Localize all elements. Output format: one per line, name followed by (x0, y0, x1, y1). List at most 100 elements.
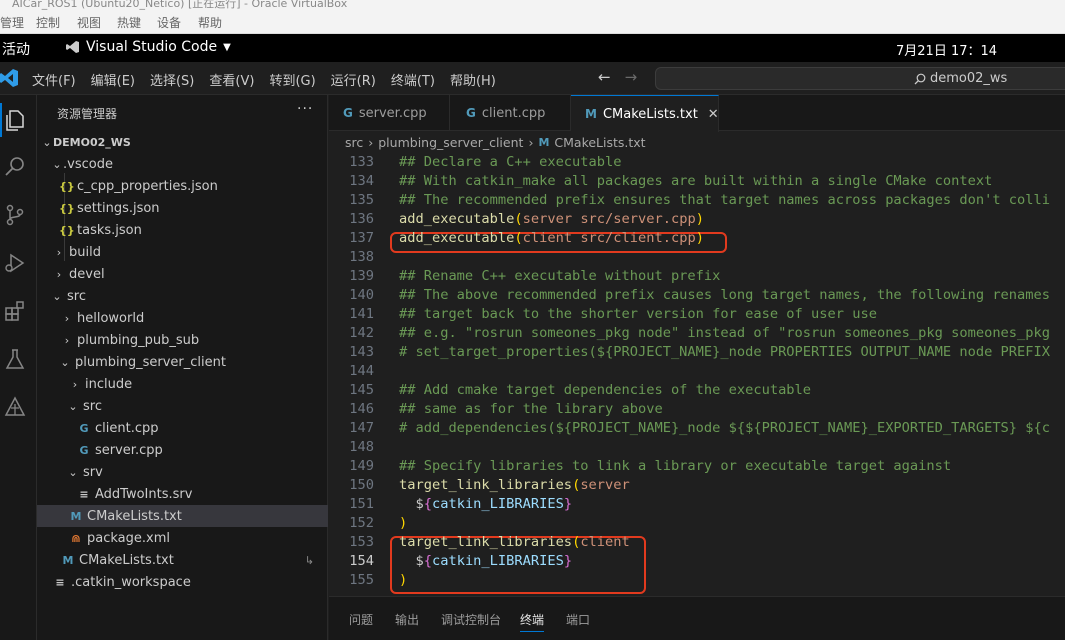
tree-file-cmakelists-pkg[interactable]: M CMakeLists.txt (37, 505, 328, 527)
chevron-down-icon: ⌄ (68, 399, 78, 413)
vbox-menu-help[interactable]: 帮助 (198, 14, 222, 31)
code-line[interactable]: 136 add_executable(server src/server.cpp) (329, 211, 1065, 230)
tree-folder-src[interactable]: ⌄ src (37, 285, 328, 307)
menu-go[interactable]: 转到(G) (269, 70, 315, 89)
editor-tabs: Gserver.cpp Gclient.cpp M CMakeLists.txt ✕ (329, 95, 1065, 132)
line-number: 151 (349, 496, 374, 512)
explorer-icon[interactable] (2, 106, 28, 134)
panel-tab-output[interactable]: 输出 (395, 611, 419, 628)
code-line[interactable]: 143 # set_target_properties(${PROJECT_NAM… (329, 344, 1065, 363)
menu-edit[interactable]: 编辑(E) (91, 70, 135, 89)
code-line[interactable]: 146 ## same as for the library above (329, 401, 1065, 420)
tree-file-cmakelists-root[interactable]: M CMakeLists.txt ↳ (37, 549, 328, 571)
code-line[interactable]: 135 ## The recommended prefix ensures tha… (329, 192, 1065, 211)
panel-tab-terminal[interactable]: 终端 (520, 611, 545, 632)
panel-tab-ports[interactable]: 端口 (566, 611, 590, 628)
vbox-menu-devices[interactable]: 设备 (157, 14, 181, 31)
vscode-menubar: 文件(F) 编辑(E) 选择(S) 查看(V) 转到(G) 运行(R) 终端(T… (32, 70, 511, 89)
activities-button[interactable]: 活动 (2, 39, 30, 59)
menu-file[interactable]: 文件(F) (32, 70, 76, 89)
tree-folder-helloworld[interactable]: › helloworld (37, 307, 328, 329)
menu-view[interactable]: 查看(V) (209, 70, 254, 89)
tree-file-server-cpp[interactable]: Gserver.cpp (37, 439, 328, 461)
line-number: 137 (349, 230, 374, 246)
code-line[interactable]: 133 ## Declare a C++ executable (329, 154, 1065, 173)
tab-cmakelists[interactable]: M CMakeLists.txt ✕ (571, 95, 719, 132)
vbox-menubar: 管理 控制 视图 热键 设备 帮助 (0, 10, 1065, 34)
tree-folder-vscode[interactable]: ⌄ .vscode (37, 153, 328, 175)
code-line[interactable]: 139 ## Rename C++ executable without pref… (329, 268, 1065, 287)
tree-folder-src-inner[interactable]: ⌄ src (37, 395, 328, 417)
close-icon[interactable]: ✕ (708, 107, 719, 122)
vbox-menu-view[interactable]: 视图 (77, 14, 101, 31)
vbox-menu-control[interactable]: 控制 (36, 14, 60, 31)
vbox-menu-manage[interactable]: 管理 (0, 14, 24, 31)
panel-tab-problems[interactable]: 问题 (349, 611, 373, 628)
code-line[interactable]: 153 target_link_libraries(client (329, 534, 1065, 553)
code-line[interactable]: 149 ## Specify libraries to link a librar… (329, 458, 1065, 477)
code-text: target_link_libraries(client (399, 534, 630, 550)
code-line[interactable]: 147 # add_dependencies(${PROJECT_NAME}_no… (329, 420, 1065, 439)
tree-workspace[interactable]: ⌄ DEMO02_WS (37, 131, 328, 153)
code-line[interactable]: 148 (329, 439, 1065, 458)
code-line[interactable]: 141 ## target back to the shorter version… (329, 306, 1065, 325)
json-file-icon: {} (59, 179, 75, 193)
code-line[interactable]: 144 (329, 363, 1065, 382)
forward-arrow-icon[interactable]: → (625, 68, 638, 86)
vbox-menu-hotkey[interactable]: 热键 (117, 14, 141, 31)
code-line[interactable]: 140 ## The above recommended prefix cause… (329, 287, 1065, 306)
tab-server-cpp[interactable]: Gserver.cpp (329, 95, 450, 131)
tree-file-c-cpp-properties[interactable]: {} c_cpp_properties.json (37, 175, 328, 197)
line-number: 145 (349, 382, 374, 398)
menu-selection[interactable]: 选择(S) (150, 70, 194, 89)
tree-folder-plumbing-server-client[interactable]: ⌄ plumbing_server_client (37, 351, 328, 373)
cmake-file-icon: M (62, 553, 74, 567)
code-line[interactable]: 142 ## e.g. "rosrun someones_pkg node" in… (329, 325, 1065, 344)
menu-run[interactable]: 运行(R) (331, 70, 376, 89)
tab-client-cpp[interactable]: Gclient.cpp (450, 95, 571, 131)
tree-folder-srv[interactable]: ⌄ srv (37, 461, 328, 483)
search-sidebar-icon[interactable] (2, 153, 28, 181)
code-editor[interactable]: 133 ## Declare a C++ executable 134 ## With… (329, 154, 1065, 596)
tree-file-settings[interactable]: {} settings.json (37, 197, 328, 219)
source-control-icon[interactable] (2, 201, 28, 229)
more-actions-icon[interactable]: ··· (297, 101, 313, 117)
code-text: ${catkin_LIBRARIES} (415, 553, 573, 569)
clock[interactable]: 7月21日 17：14 (896, 40, 997, 59)
menu-terminal[interactable]: 终端(T) (391, 70, 435, 89)
line-number: 143 (349, 344, 374, 360)
command-center-search[interactable]: demo02_ws (655, 67, 1065, 90)
code-line[interactable]: 150 target_link_libraries(server (329, 477, 1065, 496)
breadcrumb-file[interactable]: CMakeLists.txt (554, 135, 645, 150)
code-line[interactable]: 138 (329, 249, 1065, 268)
code-line[interactable]: 152) (329, 515, 1065, 534)
app-menu-button[interactable]: Visual Studio Code ▼ (66, 39, 231, 55)
remote-explorer-icon[interactable] (2, 393, 28, 421)
tree-file-package-xml[interactable]: ⋒ package.xml (37, 527, 328, 549)
tree-folder-include[interactable]: › include (37, 373, 328, 395)
tree-file-addtwoints-srv[interactable]: ≡ AddTwoInts.srv (37, 483, 328, 505)
tree-folder-devel[interactable]: › devel (37, 263, 328, 285)
code-line[interactable]: 137 add_executable(client src/client.cpp) (329, 230, 1065, 249)
code-line[interactable]: 151 ${catkin_LIBRARIES} (329, 496, 1065, 515)
code-line[interactable]: 145 ## Add cmake target dependencies of t… (329, 382, 1065, 401)
code-line[interactable]: 154 ${catkin_LIBRARIES} (329, 553, 1065, 572)
testing-flask-icon[interactable] (2, 345, 28, 373)
panel-tab-debug-console[interactable]: 调试控制台 (441, 611, 501, 628)
extensions-icon[interactable] (2, 297, 28, 325)
breadcrumb-package[interactable]: plumbing_server_client (378, 135, 523, 150)
tree-file-client-cpp[interactable]: Gclient.cpp (37, 417, 328, 439)
code-line[interactable]: 134 ## With catkin_make all packages are … (329, 173, 1065, 192)
vscode-small-icon (66, 41, 79, 53)
run-debug-icon[interactable] (2, 249, 28, 277)
json-file-icon: {} (59, 223, 75, 237)
code-text: target_link_libraries(server (399, 477, 630, 493)
tree-folder-build[interactable]: › build (37, 241, 328, 263)
tree-file-catkin-workspace[interactable]: ≡ .catkin_workspace (37, 571, 328, 593)
tree-file-tasks[interactable]: {} tasks.json (37, 219, 328, 241)
tree-folder-plumbing-pub-sub[interactable]: › plumbing_pub_sub (37, 329, 328, 351)
code-line[interactable]: 155) (329, 572, 1065, 591)
menu-help[interactable]: 帮助(H) (450, 70, 496, 89)
breadcrumb-src[interactable]: src (345, 135, 363, 150)
back-arrow-icon[interactable]: ← (598, 68, 611, 86)
